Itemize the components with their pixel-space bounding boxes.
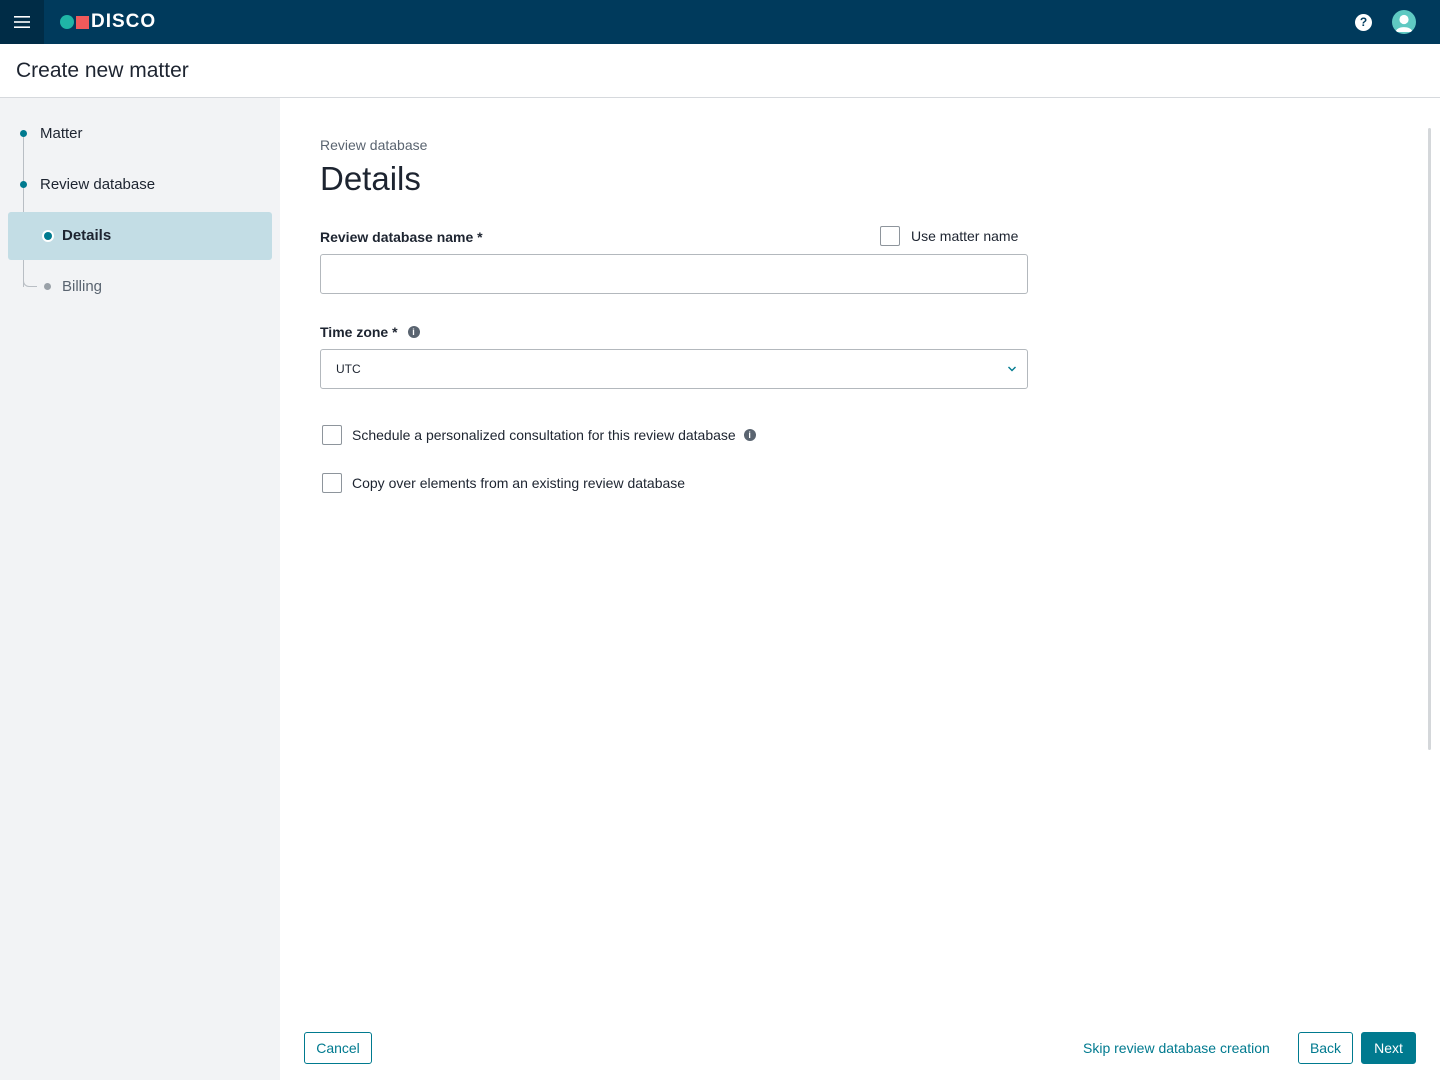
brand-name: DISCO — [91, 11, 157, 32]
info-icon[interactable]: i — [407, 326, 420, 338]
main-content — [280, 98, 1440, 1080]
cancel-button[interactable]: Cancel — [304, 1032, 372, 1064]
chevron-down-icon — [1008, 366, 1016, 372]
logo-dot-icon — [60, 15, 74, 29]
wizard-stepper: Matter Review database Details Billing — [0, 98, 280, 1080]
step-complete-dot — [20, 181, 27, 188]
next-button[interactable]: Next — [1361, 1032, 1416, 1064]
review-database-name-input[interactable] — [320, 254, 1028, 294]
use-matter-name-checkbox[interactable] — [880, 226, 900, 246]
time-zone-value: UTC — [336, 362, 361, 376]
step-active-dot — [44, 232, 52, 240]
copy-elements-label: Copy over elements from an existing revi… — [352, 475, 686, 491]
page-header: Create new matter — [0, 44, 1440, 98]
avatar-icon — [1395, 14, 1413, 32]
section-breadcrumb: Review database — [320, 137, 428, 153]
step-details-active[interactable]: Details — [8, 212, 272, 260]
top-navigation-bar: DISCO ? — [0, 0, 1440, 44]
info-icon[interactable]: i — [743, 429, 756, 441]
disco-logo[interactable]: DISCO — [60, 11, 156, 33]
time-zone-select[interactable]: UTC — [320, 349, 1028, 389]
use-matter-name-option[interactable]: Use matter name — [880, 226, 1018, 246]
use-matter-name-label: Use matter name — [911, 228, 1019, 244]
step-label: Matter — [40, 125, 83, 142]
avatar[interactable] — [1392, 10, 1416, 34]
step-label: Details — [62, 227, 112, 244]
scrollbar[interactable] — [1428, 128, 1431, 750]
stepper-line — [23, 134, 24, 287]
step-label: Review database — [40, 176, 156, 193]
section-title: Details — [320, 160, 421, 197]
step-billing[interactable]: Billing — [0, 275, 280, 299]
back-button[interactable]: Back — [1298, 1032, 1353, 1064]
time-zone-label: Time zone * — [320, 324, 398, 340]
time-zone-label-row: Time zone * i — [320, 324, 420, 340]
step-label: Billing — [62, 278, 103, 295]
skip-review-database-link[interactable]: Skip review database creation — [1083, 1040, 1270, 1056]
consultation-checkbox[interactable] — [322, 425, 342, 445]
step-complete-dot — [20, 130, 27, 137]
consultation-option[interactable]: Schedule a personalized consultation for… — [322, 425, 756, 445]
page-title: Create new matter — [16, 58, 189, 82]
review-database-name-label: Review database name * — [320, 229, 483, 245]
help-icon[interactable]: ? — [1355, 13, 1372, 31]
copy-elements-checkbox[interactable] — [322, 473, 342, 493]
step-pending-dot — [44, 283, 51, 290]
menu-button[interactable] — [0, 0, 44, 44]
consultation-label: Schedule a personalized consultation for… — [352, 427, 736, 443]
menu-icon — [14, 16, 30, 28]
copy-elements-option[interactable]: Copy over elements from an existing revi… — [322, 473, 685, 493]
logo-square-icon — [76, 15, 89, 29]
